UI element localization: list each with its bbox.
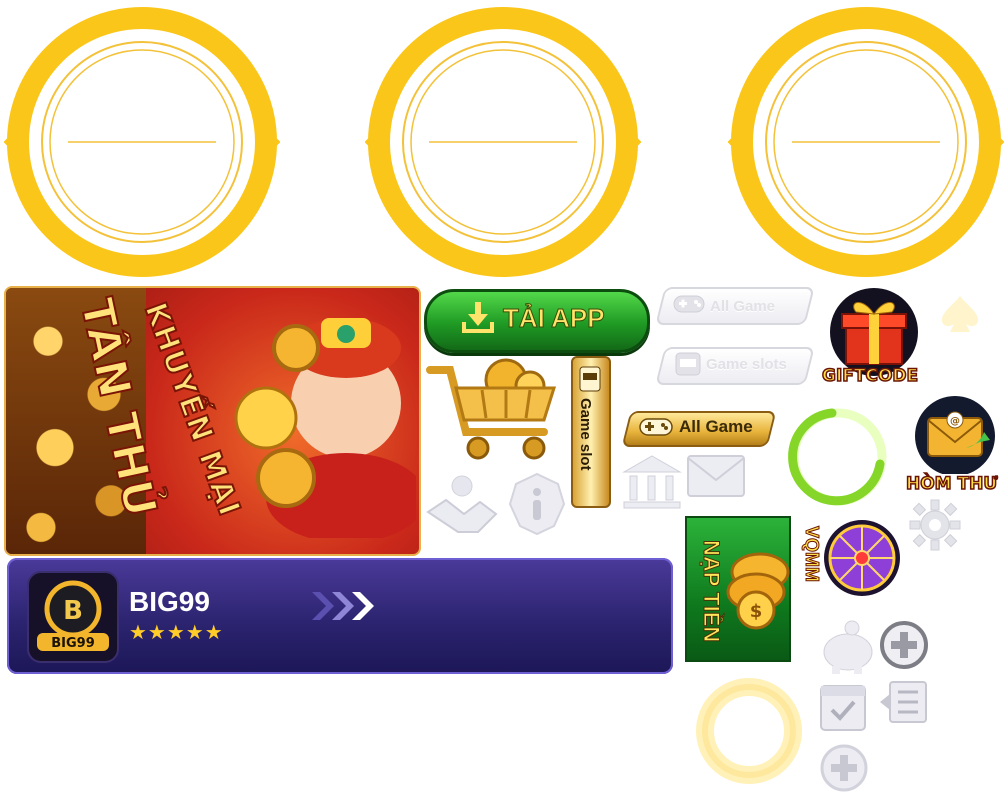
- gear-icon[interactable]: [908, 498, 962, 552]
- mail-envelope-icon[interactable]: @: [906, 396, 1004, 474]
- bank-icon[interactable]: [622, 454, 682, 510]
- svg-text:BIG99: BIG99: [51, 636, 95, 651]
- info-icon[interactable]: [508, 472, 566, 536]
- slot-machine-icon: [675, 352, 701, 376]
- svg-text:B: B: [63, 596, 83, 626]
- god-of-wealth-character: [234, 318, 416, 538]
- spade-icon: [942, 296, 978, 332]
- plus-circle-icon[interactable]: [878, 620, 930, 670]
- slot-machine-icon-vertical: [579, 366, 601, 392]
- gold-ring-frame-2: [365, 7, 641, 277]
- tab-game-slots-inactive-label: Game slots: [706, 356, 787, 373]
- tab-all-game-inactive-label: All Game: [710, 298, 776, 315]
- tab-game-slot-vertical-label: Game slot: [577, 398, 594, 471]
- hom-thu-label: HÒM THƯ: [905, 473, 998, 495]
- handshake-icon[interactable]: [424, 470, 500, 540]
- chevrons-right-icon[interactable]: [308, 588, 378, 633]
- download-app-label: TẢI APP: [503, 303, 606, 334]
- big99-logo: B BIG99: [27, 571, 119, 663]
- gift-box-icon[interactable]: [826, 288, 922, 376]
- svg-text:@: @: [950, 416, 960, 427]
- gamepad-icon-active: [639, 418, 673, 436]
- gold-ring-frame-3: [728, 7, 1004, 277]
- tab-all-game-active-label: All Game: [679, 417, 753, 436]
- coin-stack-icon: $: [726, 552, 790, 630]
- giftcode-label: GIFTCODE: [821, 365, 919, 387]
- lucky-wheel-icon[interactable]: [818, 512, 902, 608]
- mail-icon[interactable]: [686, 454, 746, 498]
- vqmm-label: VQMM: [802, 526, 823, 583]
- gold-ring-frame-1: [4, 7, 280, 277]
- plus-circle-small-icon[interactable]: [818, 742, 870, 794]
- svg-text:$: $: [750, 601, 763, 622]
- loading-ring-icon: [788, 408, 887, 506]
- list-back-icon[interactable]: [876, 678, 930, 726]
- glow-ring-icon: [696, 678, 802, 784]
- shopping-cart-icon[interactable]: [426, 356, 564, 464]
- piggy-bank-icon[interactable]: [818, 618, 876, 674]
- gamepad-icon: [673, 295, 705, 313]
- profile-name: BIG99: [129, 586, 210, 617]
- calendar-check-icon[interactable]: [818, 678, 868, 734]
- rating-stars: ★★★★★: [129, 622, 224, 644]
- download-icon: [462, 302, 494, 333]
